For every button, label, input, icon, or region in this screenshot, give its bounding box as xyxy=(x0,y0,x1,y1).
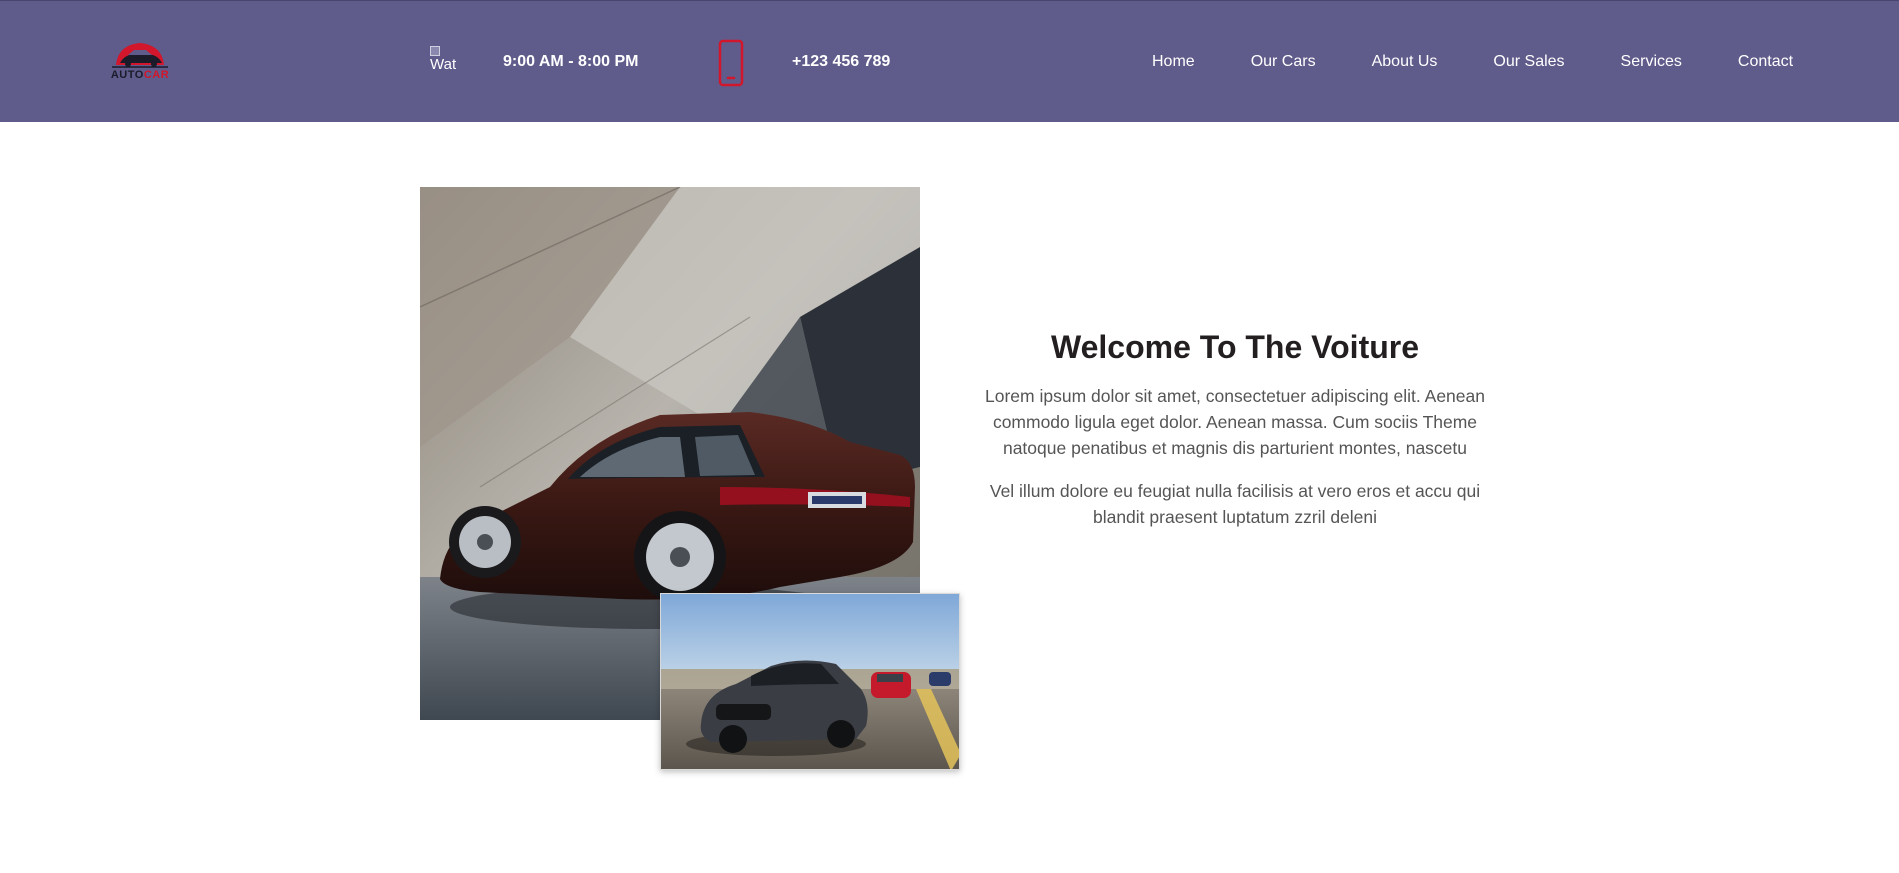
welcome-title: Welcome To The Voiture xyxy=(1050,329,1420,365)
welcome-paragraph-2: Vel illum dolore eu feugiat nulla facili… xyxy=(989,481,1481,527)
logo-text-car: CAR xyxy=(143,69,170,81)
mobile-phone-icon xyxy=(718,39,744,87)
nav-item-our-cars[interactable]: Our Cars xyxy=(1251,53,1316,71)
site-header: AUTOCAR Watch 9:00 AM - 8:00 PM +123 456… xyxy=(0,0,1899,122)
opening-hours: 9:00 AM - 8:00 PM xyxy=(503,53,639,70)
phone-number[interactable]: +123 456 789 xyxy=(792,53,890,71)
nav-item-contact[interactable]: Contact xyxy=(1738,53,1793,71)
broken-image-icon xyxy=(430,46,440,56)
logo-text: AUTOCAR xyxy=(108,70,172,81)
welcome-paragraph-1: Lorem ipsum dolor sit amet, consectetuer… xyxy=(985,386,1485,458)
clock-icon-alt-text: Watch xyxy=(430,56,456,73)
nav-item-our-sales[interactable]: Our Sales xyxy=(1493,53,1564,71)
nav-item-home[interactable]: Home xyxy=(1152,53,1195,71)
logo-text-auto: AUTO xyxy=(110,69,144,81)
main-navigation: Home Our Cars About Us Our Sales Service… xyxy=(1152,53,1793,71)
clock-icon: Watch xyxy=(430,46,456,78)
nav-item-about-us[interactable]: About Us xyxy=(1372,53,1438,71)
site-logo[interactable]: AUTOCAR xyxy=(108,39,172,87)
racing-cars-photo xyxy=(660,593,960,770)
nav-item-services[interactable]: Services xyxy=(1621,53,1682,71)
welcome-section: Welcome To The Voiture Lorem ipsum dolor… xyxy=(980,327,1490,547)
car-logo-icon xyxy=(112,43,168,68)
